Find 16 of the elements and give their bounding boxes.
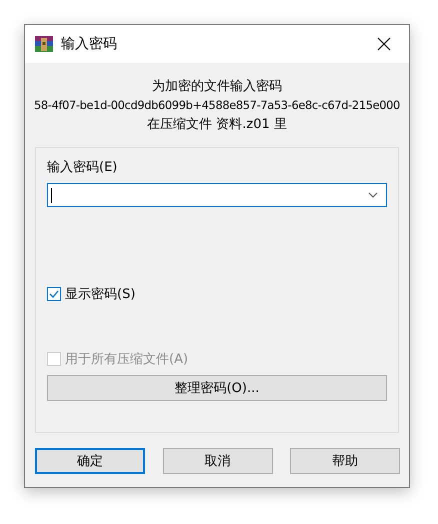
archive-line: 在压缩文件 资料.z01 里 [147, 116, 287, 134]
password-field[interactable] [47, 183, 387, 207]
chevron-down-icon [368, 192, 378, 198]
checkbox[interactable] [47, 287, 61, 301]
checkbox-label: 显示密码(S) [65, 286, 136, 303]
dialog-button[interactable]: 帮助 [290, 448, 400, 474]
prompt-heading: 为加密的文件输入密码 [152, 78, 282, 96]
close-icon[interactable] [377, 37, 391, 51]
organize-passwords-button[interactable]: 整理密码(O)... [47, 375, 387, 401]
dialog-button[interactable]: 取消 [162, 448, 272, 474]
password-label: 输入密码(E) [47, 159, 118, 176]
dialog-button[interactable]: 确定 [35, 448, 145, 474]
archive-books-icon [35, 36, 53, 52]
checkbox-label: 用于所有压缩文件(A) [65, 351, 188, 368]
window-title: 输入密码 [61, 35, 118, 53]
file-path: 58-4f07-be1d-00cd9db6099b+4588e857-7a53-6e8c-c67d-215e000 [34, 97, 400, 114]
